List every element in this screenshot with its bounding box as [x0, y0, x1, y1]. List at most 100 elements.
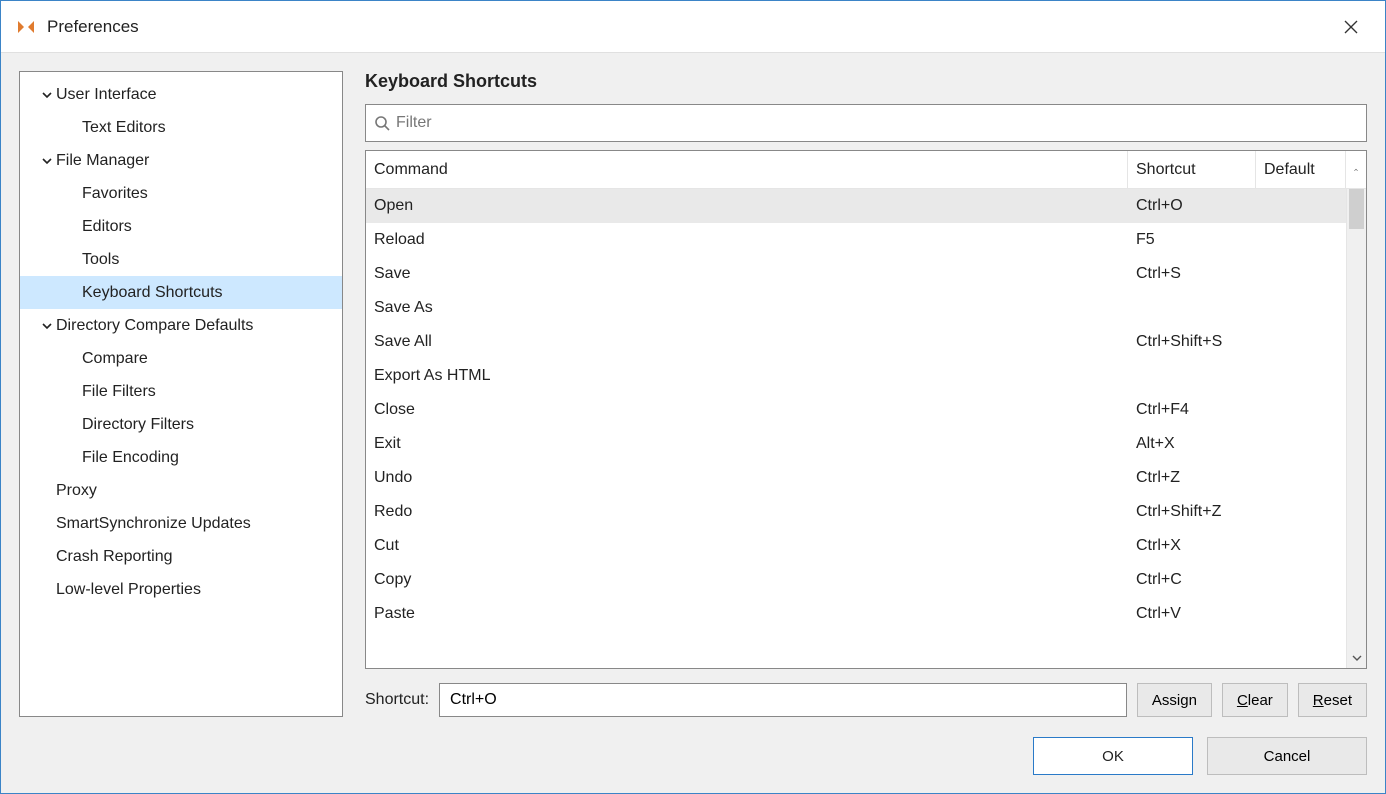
tree-item[interactable]: Crash Reporting [20, 540, 342, 573]
tree-item-label: Directory Filters [82, 416, 194, 434]
cell-command: Save All [366, 333, 1128, 351]
main-panel: Keyboard Shortcuts Command Shortcut [365, 71, 1367, 717]
tree-item-label: Compare [82, 350, 148, 368]
cell-command: Close [366, 401, 1128, 419]
scrollbar-track[interactable] [1347, 189, 1366, 648]
tree-item[interactable]: File Filters [20, 375, 342, 408]
cell-shortcut: Ctrl+C [1128, 571, 1256, 589]
column-command[interactable]: Command [366, 151, 1128, 188]
tree-item[interactable]: Keyboard Shortcuts [20, 276, 342, 309]
cell-shortcut: Ctrl+F4 [1128, 401, 1256, 419]
cell-command: Undo [366, 469, 1128, 487]
chevron-down-icon[interactable] [38, 321, 56, 331]
cell-shortcut: F5 [1128, 231, 1256, 249]
tree-item[interactable]: Compare [20, 342, 342, 375]
cell-command: Exit [366, 435, 1128, 453]
filter-field[interactable] [365, 104, 1367, 142]
category-tree[interactable]: User Interface Text Editors File Manager Fa… [19, 71, 343, 717]
tree-item-label: File Encoding [82, 449, 179, 467]
table-row[interactable]: Save As [366, 291, 1346, 325]
tree-item-label: Directory Compare Defaults [56, 317, 253, 335]
tree-item[interactable]: SmartSynchronize Updates [20, 507, 342, 540]
cell-shortcut: Ctrl+X [1128, 537, 1256, 555]
cell-shortcut: Ctrl+O [1128, 197, 1256, 215]
chevron-down-icon[interactable] [38, 90, 56, 100]
table-row[interactable]: CopyCtrl+C [366, 563, 1346, 597]
preferences-window: Preferences User Interface Text Editors Fi… [0, 0, 1386, 794]
scroll-up-arrow[interactable] [1346, 151, 1366, 188]
shortcuts-table: Command Shortcut Default OpenCtrl+OReloa… [365, 150, 1367, 669]
dialog-footer: OK Cancel [19, 737, 1367, 775]
app-icon [15, 16, 37, 38]
tree-item[interactable]: Directory Filters [20, 408, 342, 441]
tree-item[interactable]: Tools [20, 243, 342, 276]
window-title: Preferences [47, 17, 1331, 37]
scroll-down-arrow[interactable] [1347, 648, 1366, 668]
tree-item[interactable]: Directory Compare Defaults [20, 309, 342, 342]
cell-command: Redo [366, 503, 1128, 521]
ok-button[interactable]: OK [1033, 737, 1193, 775]
table-row[interactable]: ExitAlt+X [366, 427, 1346, 461]
cell-shortcut: Ctrl+V [1128, 605, 1256, 623]
tree-item[interactable]: Text Editors [20, 111, 342, 144]
shortcut-editor-row: Shortcut: Assign Clear Reset [365, 683, 1367, 717]
shortcut-label: Shortcut: [365, 691, 429, 709]
tree-item-label: Editors [82, 218, 132, 236]
chevron-down-icon[interactable] [38, 156, 56, 166]
content-row: User Interface Text Editors File Manager Fa… [19, 71, 1367, 717]
tree-item[interactable]: File Encoding [20, 441, 342, 474]
tree-item-label: Text Editors [82, 119, 166, 137]
table-row[interactable]: CloseCtrl+F4 [366, 393, 1346, 427]
tree-item[interactable]: Proxy [20, 474, 342, 507]
column-shortcut[interactable]: Shortcut [1128, 151, 1256, 188]
cell-shortcut: Ctrl+Shift+Z [1128, 503, 1256, 521]
table-row[interactable]: Save AllCtrl+Shift+S [366, 325, 1346, 359]
dialog-body: User Interface Text Editors File Manager Fa… [1, 53, 1385, 793]
table-row[interactable]: SaveCtrl+S [366, 257, 1346, 291]
assign-button[interactable]: Assign [1137, 683, 1212, 717]
tree-item-label: Crash Reporting [56, 548, 173, 566]
cell-shortcut: Alt+X [1128, 435, 1256, 453]
tree-item-label: Favorites [82, 185, 148, 203]
cell-shortcut: Ctrl+S [1128, 265, 1256, 283]
reset-button[interactable]: Reset [1298, 683, 1367, 717]
clear-button[interactable]: Clear [1222, 683, 1288, 717]
tree-item[interactable]: File Manager [20, 144, 342, 177]
table-body: OpenCtrl+OReloadF5SaveCtrl+SSave AsSave … [366, 189, 1366, 668]
table-header: Command Shortcut Default [366, 151, 1366, 189]
cell-command: Export As HTML [366, 367, 1128, 385]
cell-command: Reload [366, 231, 1128, 249]
filter-input[interactable] [396, 114, 1358, 132]
cell-command: Paste [366, 605, 1128, 623]
table-row[interactable]: ReloadF5 [366, 223, 1346, 257]
cell-command: Open [366, 197, 1128, 215]
tree-item-label: Low-level Properties [56, 581, 201, 599]
scrollbar-thumb[interactable] [1349, 189, 1364, 229]
close-icon [1344, 20, 1358, 34]
tree-item-label: Tools [82, 251, 119, 269]
vertical-scrollbar[interactable] [1346, 189, 1366, 668]
cell-shortcut: Ctrl+Z [1128, 469, 1256, 487]
cell-command: Copy [366, 571, 1128, 589]
table-row[interactable]: RedoCtrl+Shift+Z [366, 495, 1346, 529]
tree-item-label: Proxy [56, 482, 97, 500]
tree-item-label: User Interface [56, 86, 156, 104]
table-row[interactable]: UndoCtrl+Z [366, 461, 1346, 495]
tree-item-label: Keyboard Shortcuts [82, 284, 223, 302]
tree-item[interactable]: User Interface [20, 78, 342, 111]
titlebar: Preferences [1, 1, 1385, 53]
page-title: Keyboard Shortcuts [365, 71, 1367, 92]
search-icon [374, 115, 390, 131]
close-button[interactable] [1331, 12, 1371, 42]
table-row[interactable]: Export As HTML [366, 359, 1346, 393]
tree-item[interactable]: Low-level Properties [20, 573, 342, 606]
cancel-button[interactable]: Cancel [1207, 737, 1367, 775]
shortcut-input[interactable] [439, 683, 1127, 717]
cell-shortcut: Ctrl+Shift+S [1128, 333, 1256, 351]
table-row[interactable]: OpenCtrl+O [366, 189, 1346, 223]
tree-item[interactable]: Favorites [20, 177, 342, 210]
tree-item[interactable]: Editors [20, 210, 342, 243]
table-row[interactable]: PasteCtrl+V [366, 597, 1346, 631]
column-default[interactable]: Default [1256, 151, 1346, 188]
table-row[interactable]: CutCtrl+X [366, 529, 1346, 563]
